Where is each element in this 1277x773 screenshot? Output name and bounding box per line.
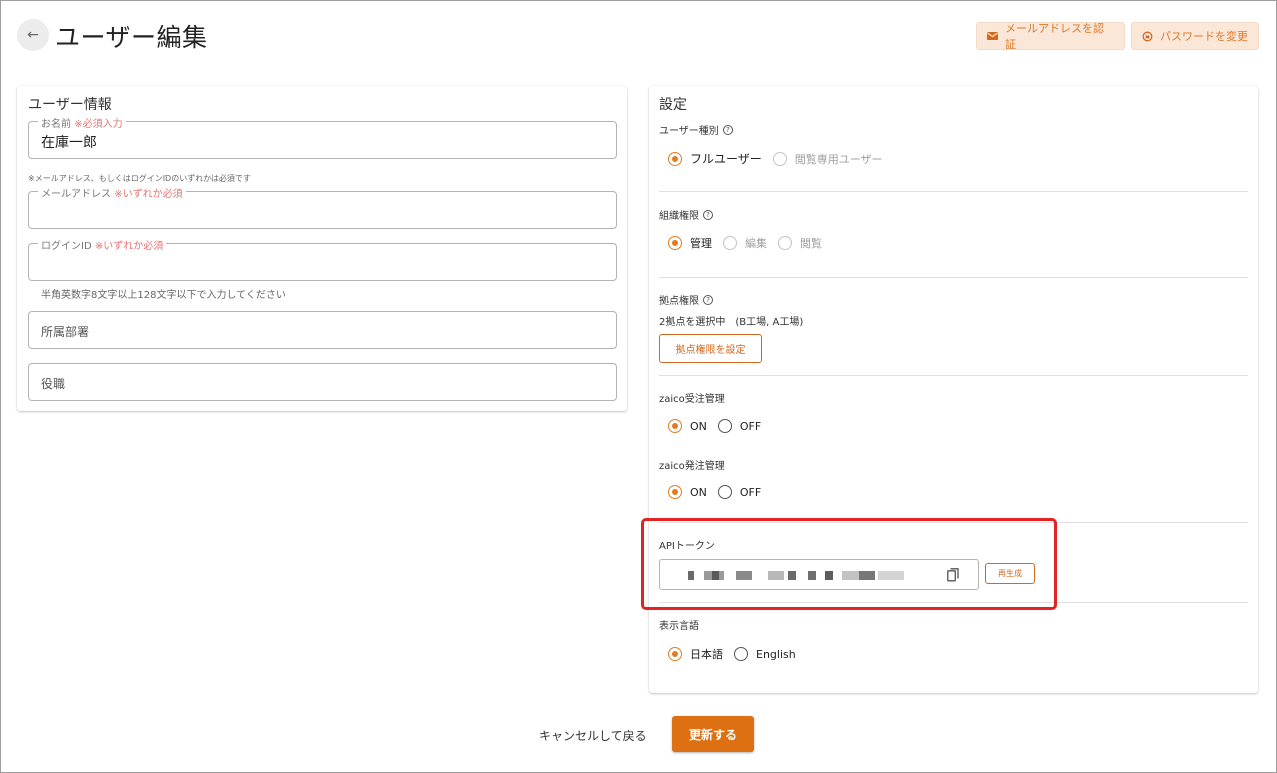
lock-reset-icon bbox=[1142, 31, 1153, 42]
order-receive-label: zaico受注管理 bbox=[659, 394, 725, 405]
divider bbox=[659, 375, 1248, 376]
user-type-label: ユーザー種別 ? bbox=[659, 122, 733, 137]
name-field[interactable]: お名前 ※必須入力 在庫一郎 bbox=[28, 115, 617, 159]
org-permission-edit-label: 編集 bbox=[745, 237, 767, 250]
language-label: 表示言語 bbox=[659, 621, 699, 632]
verify-email-label: メールアドレスを認証 bbox=[1005, 22, 1104, 51]
api-token-highlight bbox=[641, 518, 1057, 610]
org-permission-label: 組織権限 ? bbox=[659, 207, 713, 222]
divider bbox=[659, 191, 1248, 192]
language-japanese-label: 日本語 bbox=[690, 648, 723, 661]
org-permission-radio-group: 管理 編集 閲覧 bbox=[668, 235, 833, 251]
org-permission-view-radio[interactable] bbox=[778, 236, 792, 250]
back-button[interactable]: ← bbox=[17, 19, 49, 51]
order-place-off-radio[interactable] bbox=[717, 485, 732, 499]
help-icon[interactable]: ? bbox=[722, 124, 733, 135]
name-field-value: 在庫一郎 bbox=[41, 135, 97, 151]
order-receive-on-label: ON bbox=[690, 419, 707, 433]
language-english-radio[interactable] bbox=[734, 647, 748, 661]
name-field-label: お名前 ※必須入力 bbox=[38, 115, 126, 130]
org-permission-view-label: 閲覧 bbox=[800, 237, 822, 250]
email-field-label: メールアドレス ※いずれか必須 bbox=[38, 185, 186, 200]
login-id-field[interactable]: ログインID ※いずれか必須 bbox=[28, 237, 617, 281]
department-placeholder: 所属部署 bbox=[41, 325, 90, 339]
order-receive-on-radio[interactable] bbox=[668, 419, 682, 433]
mail-check-icon bbox=[987, 31, 998, 41]
email-field[interactable]: メールアドレス ※いずれか必須 bbox=[28, 185, 617, 229]
user-type-readonly-radio[interactable] bbox=[772, 151, 787, 166]
user-info-card: ユーザー情報 お名前 ※必須入力 在庫一郎 ※メールアドレス、もしくはログインI… bbox=[17, 86, 627, 411]
base-permission-status: 2拠点を選択中 (B工場, A工場) bbox=[659, 317, 804, 328]
org-permission-admin-radio[interactable] bbox=[668, 236, 682, 250]
login-id-field-label: ログインID ※いずれか必須 bbox=[38, 237, 167, 252]
order-place-on-radio[interactable] bbox=[668, 485, 682, 499]
order-place-on-label: ON bbox=[690, 485, 707, 499]
help-icon[interactable]: ? bbox=[703, 209, 713, 220]
email-login-note: ※メールアドレス、もしくはログインIDのいずれかは必須です bbox=[28, 174, 251, 183]
language-radio-group: 日本語 English bbox=[668, 646, 807, 662]
user-type-full-label: フルユーザー bbox=[690, 152, 762, 166]
verify-email-button[interactable]: メールアドレスを認証 bbox=[976, 22, 1125, 51]
user-type-full-radio[interactable] bbox=[668, 151, 682, 166]
position-field[interactable]: 役職 bbox=[28, 363, 617, 401]
settings-title: 設定 bbox=[659, 97, 687, 113]
order-place-off-label: OFF bbox=[739, 485, 762, 499]
login-id-helper: 半角英数字8文字以上128文字以下で入力してください bbox=[41, 290, 286, 301]
set-base-permission-button[interactable]: 拠点権限を設定 bbox=[659, 334, 762, 363]
user-info-title: ユーザー情報 bbox=[28, 97, 112, 113]
position-placeholder: 役職 bbox=[41, 377, 66, 391]
org-permission-admin-label: 管理 bbox=[690, 237, 712, 250]
user-type-radio-group: フルユーザー 閲覧専用ユーザー bbox=[668, 150, 894, 167]
cancel-button[interactable]: キャンセルして戻る bbox=[539, 727, 647, 744]
change-password-button[interactable]: パスワードを変更 bbox=[1131, 22, 1259, 50]
divider bbox=[659, 277, 1248, 278]
help-icon[interactable]: ? bbox=[703, 294, 713, 305]
page-title: ユーザー編集 bbox=[55, 23, 208, 52]
arrow-left-icon: ← bbox=[27, 27, 39, 43]
language-english-label: English bbox=[756, 647, 796, 661]
change-password-label: パスワードを変更 bbox=[1160, 30, 1248, 43]
base-permission-label: 拠点権限 ? bbox=[659, 292, 713, 307]
order-receive-off-radio[interactable] bbox=[717, 419, 732, 433]
org-permission-edit-radio[interactable] bbox=[723, 236, 737, 250]
submit-button[interactable]: 更新する bbox=[672, 716, 754, 752]
order-place-radio-group: ON OFF bbox=[668, 485, 772, 499]
user-type-readonly-label: 閲覧専用ユーザー bbox=[794, 152, 883, 166]
language-japanese-radio[interactable] bbox=[668, 647, 682, 661]
order-receive-radio-group: ON OFF bbox=[668, 419, 772, 433]
department-field[interactable]: 所属部署 bbox=[28, 311, 617, 349]
order-receive-off-label: OFF bbox=[739, 419, 762, 433]
order-place-label: zaico発注管理 bbox=[659, 461, 725, 472]
